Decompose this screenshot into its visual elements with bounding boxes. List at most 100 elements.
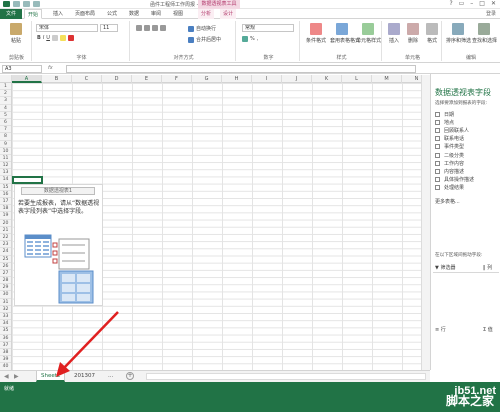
tab-review[interactable]: 审阅 (148, 9, 164, 19)
sheet-tab-201307[interactable]: 201307 (70, 371, 99, 382)
find-select-button[interactable]: 查找和选择 (472, 22, 497, 49)
worksheet-grid[interactable]: ABCDEFGHIJKLMN 1 2 3 4 5 6 7 8 9 10 11 12 13 14 15 16 17… (0, 75, 430, 370)
tab-page-layout[interactable]: 页面布局 (72, 9, 98, 19)
row-header[interactable]: 18 (0, 205, 11, 213)
row-header[interactable]: 36 (0, 335, 11, 342)
row-header[interactable]: 35 (0, 327, 11, 335)
sort-filter-button[interactable]: 排序和筛选 (446, 22, 471, 49)
row-header[interactable]: 25 (0, 256, 11, 263)
field-item[interactable]: 内容描述 (435, 167, 474, 175)
delete-cells-button[interactable]: 删除 (404, 22, 422, 49)
fx-icon[interactable]: fx (48, 65, 53, 71)
currency-icon[interactable] (242, 36, 248, 42)
align-middle-icon[interactable] (144, 25, 150, 31)
tab-home[interactable]: 开始 (24, 9, 43, 19)
column-header-k[interactable]: K (312, 75, 342, 83)
field-item[interactable]: 具体操作描述 (435, 176, 474, 184)
field-checkbox[interactable] (435, 177, 440, 183)
ribbon-display-icon[interactable]: ▭ (459, 0, 465, 7)
row-header[interactable]: 31 (0, 299, 11, 306)
align-bottom-icon[interactable] (152, 25, 158, 31)
field-item[interactable]: 联系电话 (435, 135, 474, 143)
row-header[interactable]: 40 (0, 363, 11, 370)
row-header[interactable]: 22 (0, 234, 11, 242)
conditional-format-button[interactable]: 条件格式 (304, 22, 328, 49)
cell-styles-button[interactable]: 单元格样式 (356, 22, 381, 49)
row-header[interactable]: 8 (0, 133, 11, 141)
row-header[interactable]: 1 (0, 83, 11, 91)
row-header[interactable]: 13 (0, 169, 11, 177)
row-header[interactable]: 7 (0, 126, 11, 134)
fill-color-icon[interactable] (59, 35, 66, 41)
field-checkbox[interactable] (435, 136, 440, 142)
row-header[interactable]: 4 (0, 105, 11, 112)
horizontal-scrollbar[interactable] (146, 373, 426, 380)
column-header-g[interactable]: G (192, 75, 222, 83)
tab-insert[interactable]: 插入 (50, 9, 66, 19)
field-checkbox[interactable] (435, 127, 440, 133)
row-header[interactable]: 12 (0, 162, 11, 170)
column-header-d[interactable]: D (102, 75, 132, 83)
redo-icon[interactable] (33, 1, 40, 7)
row-header[interactable]: 27 (0, 270, 11, 278)
field-checkbox[interactable] (435, 111, 440, 117)
add-sheet-icon[interactable]: + (126, 372, 134, 380)
field-item[interactable]: 处理结果 (435, 184, 474, 192)
active-cell[interactable] (12, 176, 43, 184)
font-name-select[interactable]: 宋体 (36, 24, 98, 32)
minimize-icon[interactable]: – (470, 0, 473, 7)
field-checkbox[interactable] (435, 152, 440, 158)
row-header[interactable]: 28 (0, 277, 11, 285)
paste-button[interactable]: 粘贴 (6, 22, 26, 49)
row-header[interactable]: 24 (0, 248, 11, 256)
bold-button[interactable]: B (37, 35, 41, 41)
row-header[interactable]: 5 (0, 112, 11, 119)
column-header-m[interactable]: M (372, 75, 402, 83)
wrap-text-button[interactable]: 自动换行 (188, 25, 216, 32)
row-header[interactable]: 3 (0, 97, 11, 105)
row-header[interactable]: 38 (0, 349, 11, 357)
row-header[interactable]: 19 (0, 212, 11, 220)
column-header-h[interactable]: H (222, 75, 252, 83)
row-header[interactable]: 32 (0, 306, 11, 313)
undo-icon[interactable] (23, 1, 30, 7)
format-cells-button[interactable]: 格式 (423, 22, 441, 49)
save-icon[interactable] (13, 1, 20, 7)
name-box[interactable]: A3 (2, 65, 42, 73)
login-link[interactable]: 登录 (486, 10, 496, 17)
row-header[interactable]: 21 (0, 227, 11, 234)
font-size-select[interactable]: 11 (100, 24, 118, 32)
more-tables-link[interactable]: 更多表格... (435, 198, 460, 205)
field-checkbox[interactable] (435, 168, 440, 174)
column-header-a[interactable]: A (12, 75, 42, 83)
row-header[interactable]: 30 (0, 291, 11, 299)
field-checkbox[interactable] (435, 185, 440, 191)
tab-data[interactable]: 数据 (126, 9, 142, 19)
row-header[interactable]: 14 (0, 176, 11, 184)
border-icon[interactable] (51, 35, 58, 41)
column-header-i[interactable]: I (252, 75, 282, 83)
format-table-button[interactable]: 套用表格格式 (330, 22, 360, 49)
maximize-icon[interactable]: □ (479, 0, 485, 7)
row-header[interactable]: 33 (0, 313, 11, 321)
row-header[interactable]: 34 (0, 320, 11, 328)
comma-button[interactable]: , (257, 36, 259, 42)
align-top-icon[interactable] (136, 25, 142, 31)
number-format-select[interactable]: 常规 (242, 24, 294, 32)
row-header[interactable]: 20 (0, 220, 11, 227)
orientation-icon[interactable] (160, 25, 166, 31)
tab-analyze[interactable]: 分析 (198, 9, 215, 19)
column-header-l[interactable]: L (342, 75, 372, 83)
row-header[interactable]: 29 (0, 284, 11, 292)
row-header[interactable]: 6 (0, 119, 11, 127)
help-icon[interactable]: ? (449, 0, 452, 7)
row-header[interactable]: 10 (0, 148, 11, 155)
merge-center-button[interactable]: 合并后居中 (188, 36, 221, 43)
column-header-e[interactable]: E (132, 75, 162, 83)
sheet-tab-sheet2[interactable]: Sheet2 (36, 371, 66, 382)
field-checkbox[interactable] (435, 144, 440, 150)
row-header[interactable]: 2 (0, 90, 11, 98)
row-header[interactable]: 11 (0, 155, 11, 163)
select-all-corner[interactable] (0, 75, 12, 83)
tab-view[interactable]: 视图 (170, 9, 186, 19)
